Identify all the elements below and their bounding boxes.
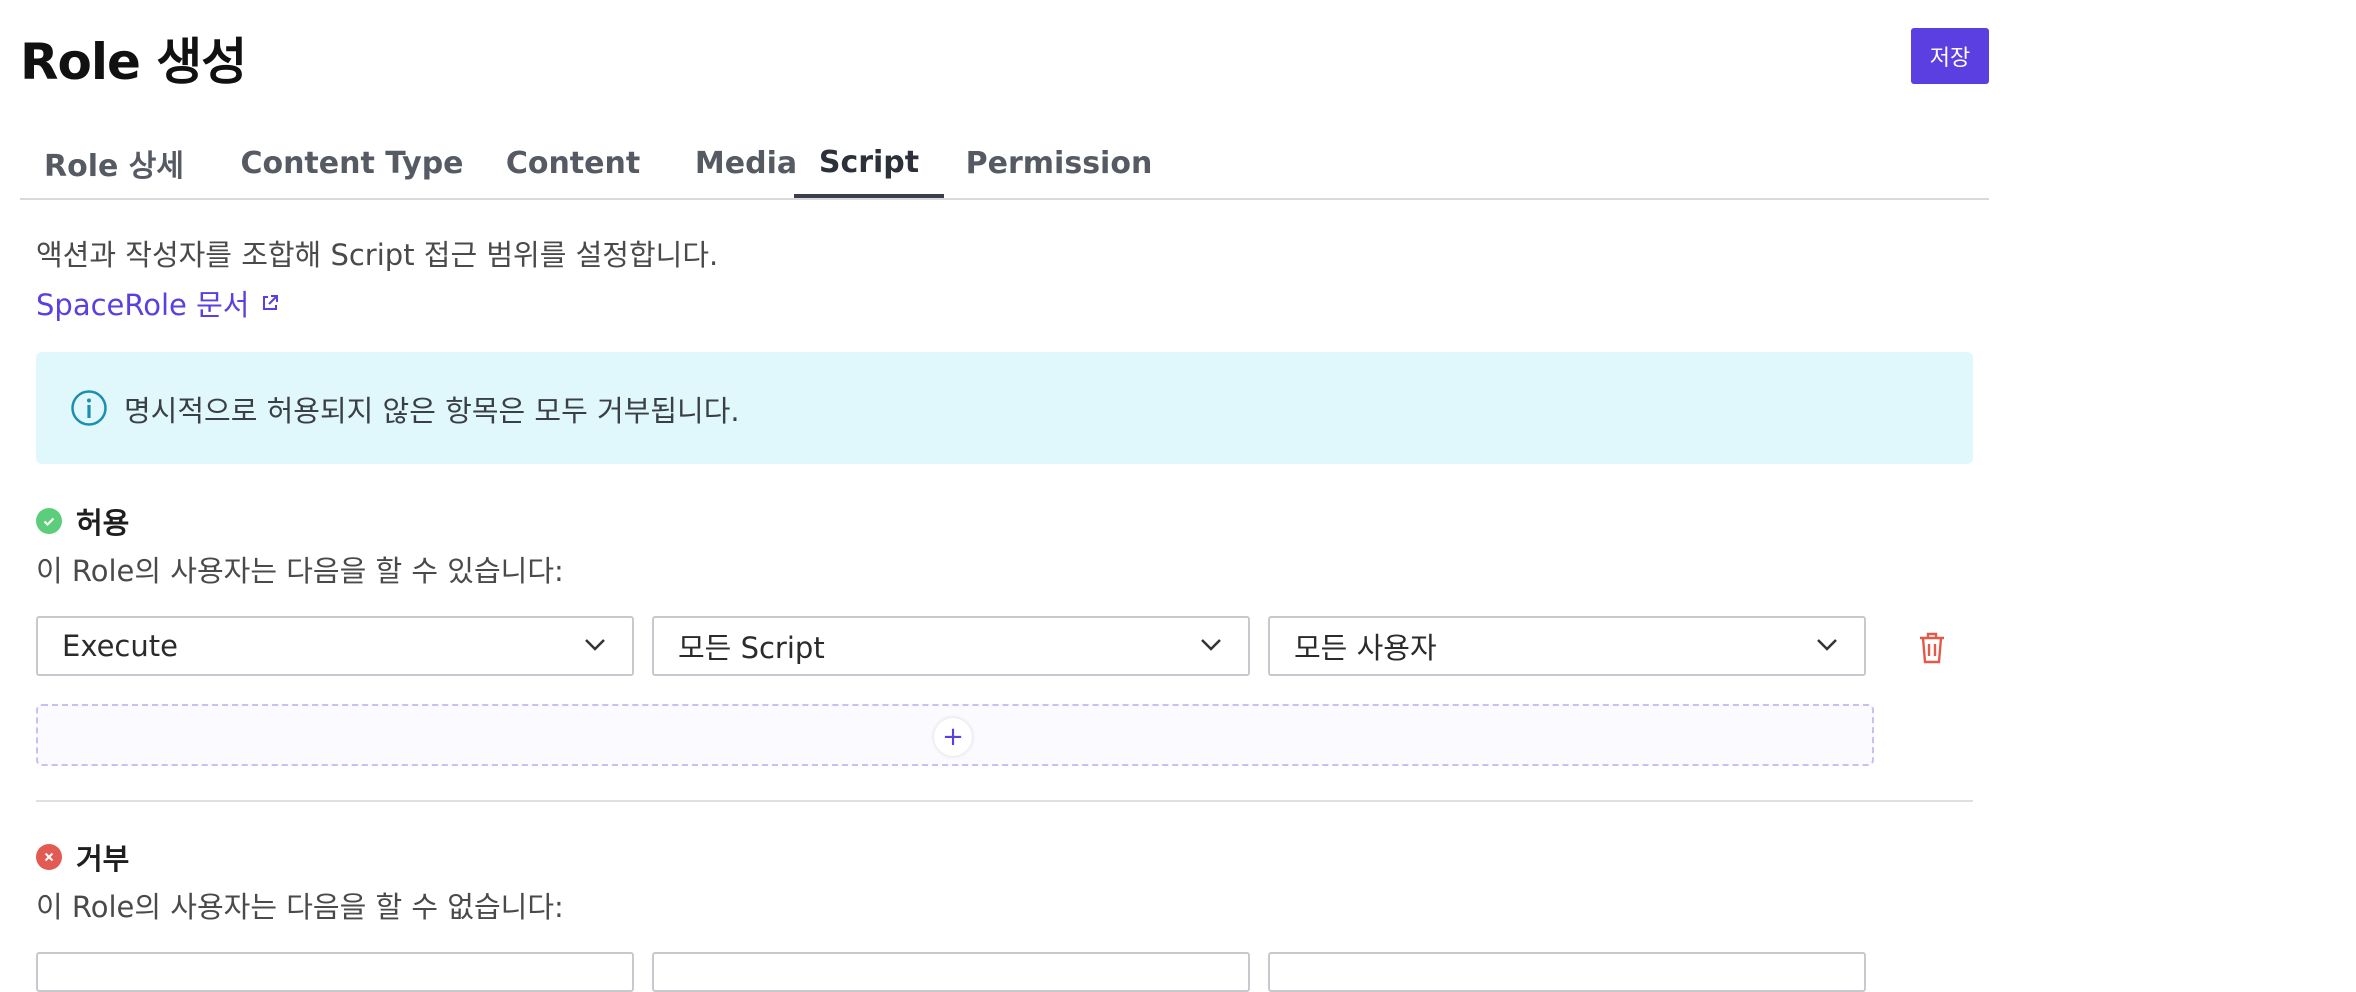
page-title: Role 생성 <box>20 33 247 91</box>
save-button[interactable]: 저장 <box>1911 28 1989 84</box>
action-select[interactable]: Execute <box>36 616 634 676</box>
description-text: 액션과 작성자를 조합해 Script 접근 범위를 설정합니다. <box>36 238 719 272</box>
target-select[interactable]: 모든 Script <box>652 616 1250 676</box>
allow-heading: 허용 <box>36 500 129 542</box>
spacerole-doc-link[interactable]: SpaceRole 문서 <box>36 282 279 324</box>
author-select[interactable]: 모든 사용자 <box>1268 616 1866 676</box>
chevron-down-icon <box>585 639 605 651</box>
deny-author-select[interactable] <box>1268 952 1866 992</box>
add-rule-button[interactable]: + <box>934 718 972 756</box>
deny-title: 거부 <box>76 842 130 876</box>
target-select-value: 모든 Script <box>678 631 825 665</box>
tab-permission[interactable]: Permission <box>956 130 1162 196</box>
chevron-down-icon <box>1817 639 1837 651</box>
deny-subtitle: 이 Role의 사용자는 다음을 할 수 없습니다: <box>36 890 564 924</box>
info-icon <box>71 390 107 426</box>
allow-subtitle: 이 Role의 사용자는 다음을 할 수 있습니다: <box>36 554 564 588</box>
add-rule-row[interactable]: + <box>36 704 1874 766</box>
external-link-icon <box>263 295 279 310</box>
tab-script[interactable]: Script <box>794 130 944 198</box>
doc-link-label: SpaceRole 문서 <box>36 288 250 322</box>
info-text: 명시적으로 허용되지 않은 항목은 모두 거부됩니다. <box>124 394 740 428</box>
trash-icon[interactable] <box>1917 631 1947 665</box>
deny-target-select[interactable] <box>652 952 1250 992</box>
x-circle-icon <box>36 844 62 870</box>
info-banner: 명시적으로 허용되지 않은 항목은 모두 거부됩니다. <box>36 352 1973 464</box>
author-select-value: 모든 사용자 <box>1294 631 1437 665</box>
deny-heading: 거부 <box>36 836 129 878</box>
deny-action-select[interactable] <box>36 952 634 992</box>
action-select-value: Execute <box>62 629 178 663</box>
allow-title: 허용 <box>76 506 130 540</box>
section-divider <box>36 800 1973 802</box>
tab-content-type[interactable]: Content Type <box>232 130 472 196</box>
chevron-down-icon <box>1201 639 1221 651</box>
tab-content[interactable]: Content <box>494 130 652 196</box>
check-circle-icon <box>36 508 62 534</box>
tab-bar: Role 상세 Content Type Content Media Scrip… <box>20 130 1989 200</box>
tab-role-detail[interactable]: Role 상세 <box>35 130 193 196</box>
